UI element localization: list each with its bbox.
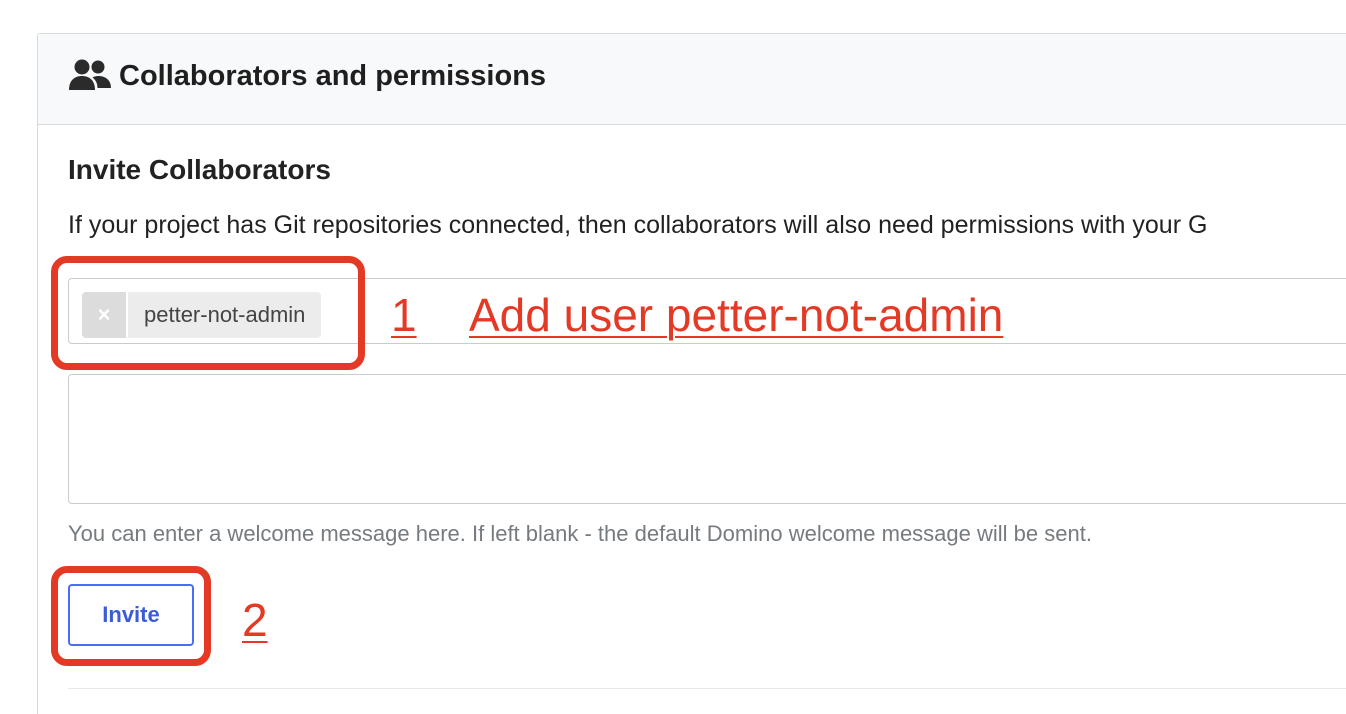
annotation-highlight-user-chip	[51, 256, 365, 370]
welcome-message-input[interactable]	[68, 374, 1346, 504]
annotation-step-1-number: 1	[391, 289, 417, 341]
welcome-message-help: You can enter a welcome message here. If…	[68, 521, 1092, 546]
panel-header: Collaborators and permissions	[38, 34, 1346, 125]
panel-title: Collaborators and permissions	[119, 60, 547, 92]
page: Collaborators and permissions Invite Col…	[0, 0, 1346, 714]
git-permissions-info: If your project has Git repositories con…	[68, 211, 1208, 239]
annotation-step-1-text: Add user petter-not-admin	[469, 289, 1004, 341]
annotation-step-2-number: 2	[242, 594, 268, 646]
section-divider	[68, 688, 1346, 689]
people-icon	[68, 58, 112, 92]
section-title: Invite Collaborators	[68, 154, 331, 185]
annotation-highlight-invite-button	[51, 566, 211, 666]
